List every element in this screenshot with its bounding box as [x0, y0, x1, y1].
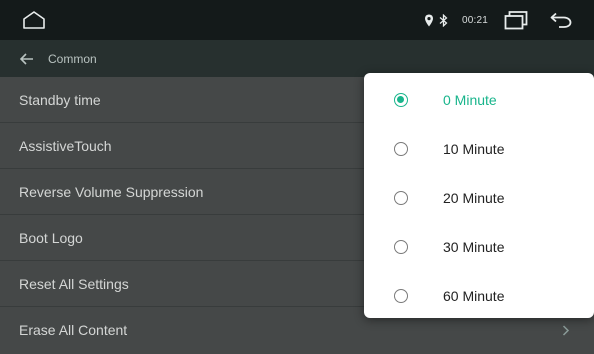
setting-label: Reverse Volume Suppression — [19, 183, 204, 200]
setting-label: Boot Logo — [19, 229, 83, 246]
radio-selected-icon[interactable] — [394, 92, 408, 107]
status-icons: 00:21 — [424, 10, 572, 30]
radio-unselected-icon[interactable] — [394, 190, 408, 205]
radio-unselected-icon[interactable] — [394, 288, 408, 303]
home-icon[interactable] — [22, 11, 46, 29]
option-0-minute[interactable]: 0 Minute — [364, 75, 594, 124]
location-pin-icon — [424, 14, 433, 26]
bluetooth-icon — [439, 13, 448, 27]
option-60-minute[interactable]: 60 Minute — [364, 271, 594, 320]
option-30-minute[interactable]: 30 Minute — [364, 222, 594, 271]
title-bar: Common — [0, 40, 594, 77]
radio-unselected-icon[interactable] — [394, 239, 408, 254]
option-label: 30 Minute — [443, 238, 505, 255]
setting-label: Standby time — [19, 91, 101, 108]
recent-apps-icon[interactable] — [504, 10, 528, 30]
setting-label: Erase All Content — [19, 322, 128, 338]
option-label: 20 Minute — [443, 189, 505, 206]
back-icon[interactable] — [550, 12, 572, 28]
option-10-minute[interactable]: 10 Minute — [364, 124, 594, 173]
chevron-right-icon — [562, 325, 570, 336]
standby-time-dropdown: 0 Minute 10 Minute 20 Minute 30 Minute 6… — [364, 73, 594, 318]
screen: 00:21 Common Standby time AssistiveTouch… — [0, 0, 594, 354]
page-title: Common — [48, 51, 97, 66]
clock-time: 00:21 — [461, 14, 488, 26]
arrow-left-icon[interactable] — [20, 52, 34, 65]
setting-label: Reset All Settings — [19, 275, 129, 292]
option-label: 60 Minute — [443, 287, 505, 304]
status-bar: 00:21 — [0, 0, 594, 40]
radio-unselected-icon[interactable] — [394, 141, 408, 156]
option-label: 10 Minute — [443, 140, 505, 157]
setting-label: AssistiveTouch — [19, 137, 112, 154]
option-label: 0 Minute — [443, 91, 497, 108]
option-20-minute[interactable]: 20 Minute — [364, 173, 594, 222]
